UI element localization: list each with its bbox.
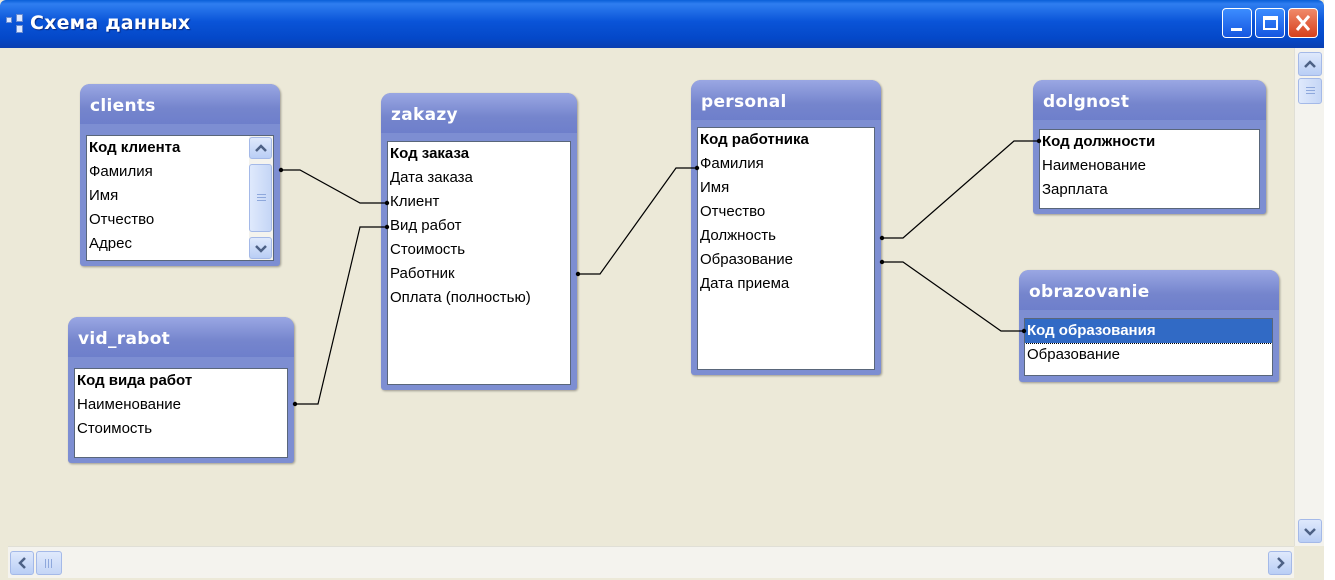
relationships-app-icon	[6, 14, 26, 34]
chevron-up-icon	[255, 144, 267, 152]
scroll-left-button[interactable]	[10, 551, 34, 575]
field-list-obrazovanie[interactable]: Код образования Образование	[1024, 318, 1273, 376]
field-item[interactable]: Имя	[87, 184, 273, 208]
field-item[interactable]: Код заказа	[388, 142, 570, 166]
scroll-right-button[interactable]	[1268, 551, 1292, 575]
chevron-down-icon	[1304, 528, 1316, 536]
table-title-vid-rabot[interactable]: vid_rabot	[68, 317, 294, 357]
field-list-personal[interactable]: Код работника Фамилия Имя Отчество Должн…	[697, 127, 875, 370]
chevron-down-icon	[255, 245, 267, 253]
field-item[interactable]: Код должности	[1040, 130, 1259, 154]
minimize-icon	[1231, 28, 1242, 31]
field-item[interactable]: Клиент	[388, 190, 570, 214]
table-obrazovanie[interactable]: obrazovanie Код образования Образование	[1019, 270, 1279, 382]
table-dolgnost[interactable]: dolgnost Код должности Наименование Зарп…	[1033, 80, 1266, 214]
field-item[interactable]: Наименование	[1040, 154, 1259, 178]
field-list-zakazy[interactable]: Код заказа Дата заказа Клиент Вид работ …	[387, 141, 571, 385]
close-icon	[1295, 15, 1311, 31]
close-button[interactable]	[1288, 8, 1318, 38]
table-title-dolgnost[interactable]: dolgnost	[1033, 80, 1266, 120]
scroll-up-button[interactable]	[1298, 52, 1322, 76]
table-title-clients[interactable]: clients	[80, 84, 280, 124]
field-item[interactable]: Отчество	[698, 200, 874, 224]
field-item[interactable]: Код работника	[698, 128, 874, 152]
title-bar[interactable]: Схема данных	[0, 0, 1324, 48]
clients-scroll-down-button[interactable]	[249, 237, 272, 259]
field-item[interactable]: Фамилия	[698, 152, 874, 176]
field-item[interactable]: Оплата (полностью)	[388, 286, 570, 310]
clients-scroll-up-button[interactable]	[249, 137, 272, 159]
vertical-scroll-thumb[interactable]	[1298, 78, 1322, 104]
field-item[interactable]: Стоимость	[388, 238, 570, 262]
field-item[interactable]: Дата заказа	[388, 166, 570, 190]
field-item[interactable]: Образование	[698, 248, 874, 272]
field-list-dolgnost[interactable]: Код должности Наименование Зарплата	[1039, 129, 1260, 209]
horizontal-scrollbar[interactable]	[8, 546, 1294, 578]
table-title-personal[interactable]: personal	[691, 80, 881, 120]
field-item[interactable]: Зарплата	[1040, 178, 1259, 202]
scrollbar-corner	[1294, 546, 1324, 578]
chevron-left-icon	[18, 557, 26, 569]
field-item[interactable]: Код клиента	[87, 136, 273, 160]
field-item[interactable]: Наименование	[75, 393, 287, 417]
field-item[interactable]: Имя	[698, 176, 874, 200]
table-title-zakazy[interactable]: zakazy	[381, 93, 577, 133]
clients-scroll-thumb[interactable]	[249, 164, 272, 232]
field-item[interactable]: Стоимость	[75, 417, 287, 441]
field-item[interactable]: Фамилия	[87, 160, 273, 184]
scroll-down-button[interactable]	[1298, 519, 1322, 543]
field-item[interactable]: Отчество	[87, 208, 273, 232]
field-item-selected[interactable]: Код образования	[1025, 319, 1272, 344]
window-title: Схема данных	[30, 12, 191, 34]
field-list-vid-rabot[interactable]: Код вида работ Наименование Стоимость	[74, 368, 288, 458]
field-item[interactable]: Дата приема	[698, 272, 874, 296]
table-personal[interactable]: personal Код работника Фамилия Имя Отчес…	[691, 80, 881, 375]
table-vid-rabot[interactable]: vid_rabot Код вида работ Наименование Ст…	[68, 317, 294, 463]
horizontal-scroll-thumb[interactable]	[36, 551, 62, 575]
field-item[interactable]: Вид работ	[388, 214, 570, 238]
table-zakazy[interactable]: zakazy Код заказа Дата заказа Клиент Вид…	[381, 93, 577, 390]
field-item[interactable]: Код вида работ	[75, 369, 287, 393]
table-clients[interactable]: clients Код клиента Фамилия Имя Отчество…	[80, 84, 280, 266]
field-item[interactable]: Должность	[698, 224, 874, 248]
minimize-button[interactable]	[1222, 8, 1252, 38]
field-item[interactable]: Работник	[388, 262, 570, 286]
clients-field-scrollbar[interactable]	[249, 136, 273, 260]
field-item[interactable]: Образование	[1025, 343, 1272, 367]
field-item[interactable]: Адрес	[87, 232, 273, 256]
field-list-clients[interactable]: Код клиента Фамилия Имя Отчество Адрес	[86, 135, 274, 261]
vertical-scrollbar[interactable]	[1294, 48, 1324, 546]
table-title-obrazovanie[interactable]: obrazovanie	[1019, 270, 1279, 310]
chevron-right-icon	[1277, 557, 1285, 569]
maximize-icon	[1263, 16, 1278, 30]
chevron-up-icon	[1304, 60, 1316, 68]
maximize-button[interactable]	[1255, 8, 1285, 38]
